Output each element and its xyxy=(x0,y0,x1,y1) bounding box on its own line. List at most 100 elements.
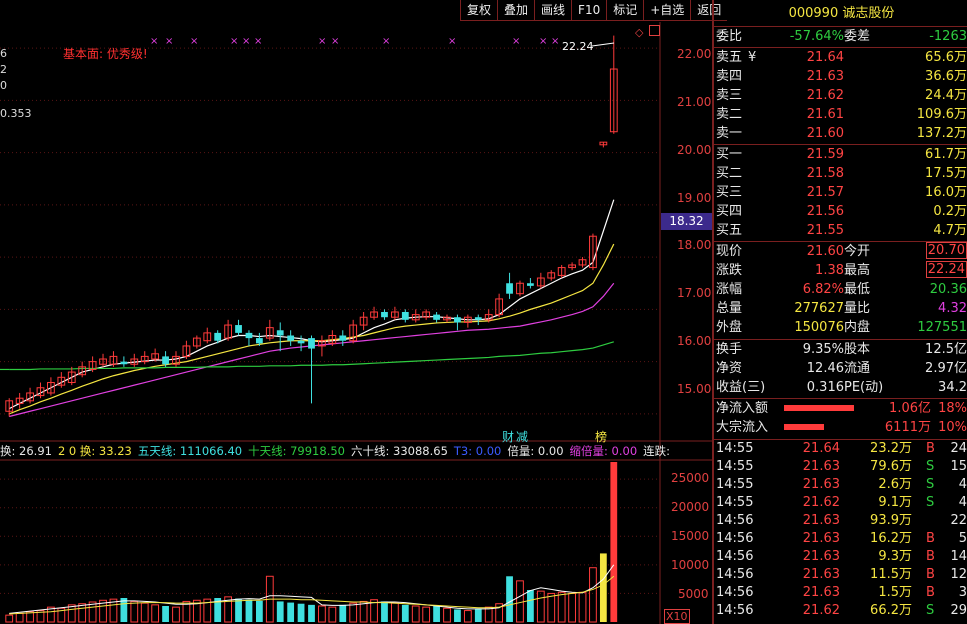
weibi-value: -57.64% xyxy=(789,29,844,44)
bid-row[interactable]: 买四 21.56 0.2万 xyxy=(714,202,967,221)
turnover-value: 换: 26.91 xyxy=(0,444,52,458)
candle-down xyxy=(287,335,295,341)
tick-side: B xyxy=(926,531,935,546)
ask-label: 卖一 xyxy=(716,126,743,141)
volume-bar xyxy=(245,599,253,622)
flow-pct: 10% xyxy=(938,420,967,435)
add-watchlist-button[interactable]: +自选 xyxy=(643,0,691,21)
volume-bar xyxy=(359,600,368,623)
fund-label: 股本 xyxy=(844,342,871,357)
tick-price: 21.64 xyxy=(802,441,840,456)
draw-line-button[interactable]: 画线 xyxy=(534,0,572,21)
quote-row: 现价 21.60 今开 20.70 xyxy=(714,242,967,261)
quote-label: 涨跌 xyxy=(716,263,743,278)
overlay-button[interactable]: 叠加 xyxy=(497,0,535,21)
restore-rights-button[interactable]: 复权 xyxy=(460,0,498,21)
volume-bar xyxy=(276,601,284,622)
candle-down xyxy=(162,356,169,365)
price-tick: 16.00 xyxy=(677,334,712,348)
volume-bar xyxy=(589,567,597,623)
weibi-row: 委比 -57.64% 委差 -1263 xyxy=(714,27,967,46)
quote-value: 150076 xyxy=(794,320,844,335)
tick-side: S xyxy=(926,495,935,510)
price-tick: 17.00 xyxy=(677,286,712,300)
fund-label: 换手 xyxy=(716,342,743,357)
volume-bar xyxy=(308,604,315,622)
candle-down xyxy=(474,317,482,320)
marker-icon: × xyxy=(318,36,326,47)
volume-bar xyxy=(411,605,420,623)
bid-row[interactable]: 买五 21.55 4.7万 xyxy=(714,221,967,240)
tick-time: 14:56 xyxy=(716,531,754,546)
bid-price: 21.58 xyxy=(806,166,844,181)
f10-button[interactable]: F10 xyxy=(571,0,607,21)
tick-row: 14:56 21.63 9.3万 B 14 xyxy=(714,548,967,566)
volume-bar xyxy=(463,610,472,623)
candle-down xyxy=(235,325,242,333)
volume-bar xyxy=(484,606,493,623)
ask-price: 21.61 xyxy=(806,107,844,122)
ask-row[interactable]: 卖二 21.61 109.6万 xyxy=(714,105,967,124)
quote-row: 涨幅 6.82% 最低 20.36 xyxy=(714,280,967,299)
tick-count: 5 xyxy=(958,531,967,546)
candle-down xyxy=(454,317,461,323)
bid-row[interactable]: 买二 21.58 17.5万 xyxy=(714,164,967,183)
candle-down xyxy=(297,340,305,344)
volume-bar xyxy=(339,604,347,622)
ask-row[interactable]: 卖五 ¥21.64 65.6万 xyxy=(714,48,967,67)
candlestick-chart[interactable]: × × × × × × × × × × × × × xyxy=(0,0,712,624)
bid-volume: 0.2万 xyxy=(933,204,967,219)
marker-icon: × xyxy=(512,36,520,47)
tick-price: 21.63 xyxy=(802,459,840,474)
chart-toolbar: 复权 叠加 画线 F10 标记 +自选 返回 xyxy=(460,0,728,21)
fundamental-row: 收益(三) 0.316 PE(动) 34.2 xyxy=(714,378,967,397)
indicator-value: 0 xyxy=(0,79,7,92)
volume-bar xyxy=(578,591,587,623)
bid-label: 买三 xyxy=(716,185,743,200)
volume-bar xyxy=(401,604,409,622)
ask-row[interactable]: 卖一 21.60 137.2万 xyxy=(714,124,967,143)
flow-bar xyxy=(784,424,824,430)
volume-bar xyxy=(474,608,482,622)
bid-label: 买五 xyxy=(716,223,743,238)
quote-row: 总量 277627 量比 4.32 xyxy=(714,299,967,318)
tick-price: 21.63 xyxy=(802,567,840,582)
box-icon[interactable] xyxy=(649,25,660,36)
ask-row[interactable]: 卖四 21.63 36.6万 xyxy=(714,67,967,86)
tick-side: B xyxy=(926,585,935,600)
candle-down xyxy=(276,330,284,336)
volume-tick: 25000 xyxy=(671,471,710,485)
quote-value: 1.38 xyxy=(815,263,844,278)
bid-price: 21.55 xyxy=(806,223,844,238)
fund-label: 流通 xyxy=(844,361,871,376)
indicator-value: 6 xyxy=(0,47,7,60)
indicator-value: 0.353 xyxy=(0,107,32,120)
bid-row[interactable]: 买一 21.59 61.7万 xyxy=(714,145,967,164)
candle-down xyxy=(433,314,440,320)
volume-scale: X10 xyxy=(664,609,690,624)
candle-down xyxy=(506,283,513,294)
volume-bar xyxy=(381,601,388,622)
tick-side: B xyxy=(926,441,935,456)
quote-row: 外盘 150076 内盘 127551 xyxy=(714,318,967,337)
quote-value: 127551 xyxy=(917,320,967,335)
tick-side: B xyxy=(926,549,935,564)
ask-volume: 65.6万 xyxy=(925,50,967,65)
marker-icon: × xyxy=(230,36,238,47)
ask-label: 卖五 xyxy=(716,50,743,65)
volume-bar xyxy=(78,603,87,623)
bid-price: 21.57 xyxy=(806,185,844,200)
quote-label: 涨幅 xyxy=(716,282,743,297)
flow-row: 大宗流入 6111万 10% xyxy=(714,418,967,437)
tick-side: S xyxy=(926,459,935,474)
ma60-value: 六十线: 33088.65 xyxy=(350,444,448,458)
indicator-values: 6 2 0 xyxy=(0,46,7,94)
quote-value: 21.60 xyxy=(806,244,844,259)
ask-row[interactable]: 卖三 21.62 24.4万 xyxy=(714,86,967,105)
diamond-icon[interactable]: ◇ xyxy=(635,26,643,39)
mark-button[interactable]: 标记 xyxy=(606,0,644,21)
quote-row: 涨跌 1.38 最高 22.24 xyxy=(714,261,967,280)
quote-label: 内盘 xyxy=(844,320,871,335)
bid-row[interactable]: 买三 21.57 16.0万 xyxy=(714,183,967,202)
ask-volume: 36.6万 xyxy=(925,69,967,84)
